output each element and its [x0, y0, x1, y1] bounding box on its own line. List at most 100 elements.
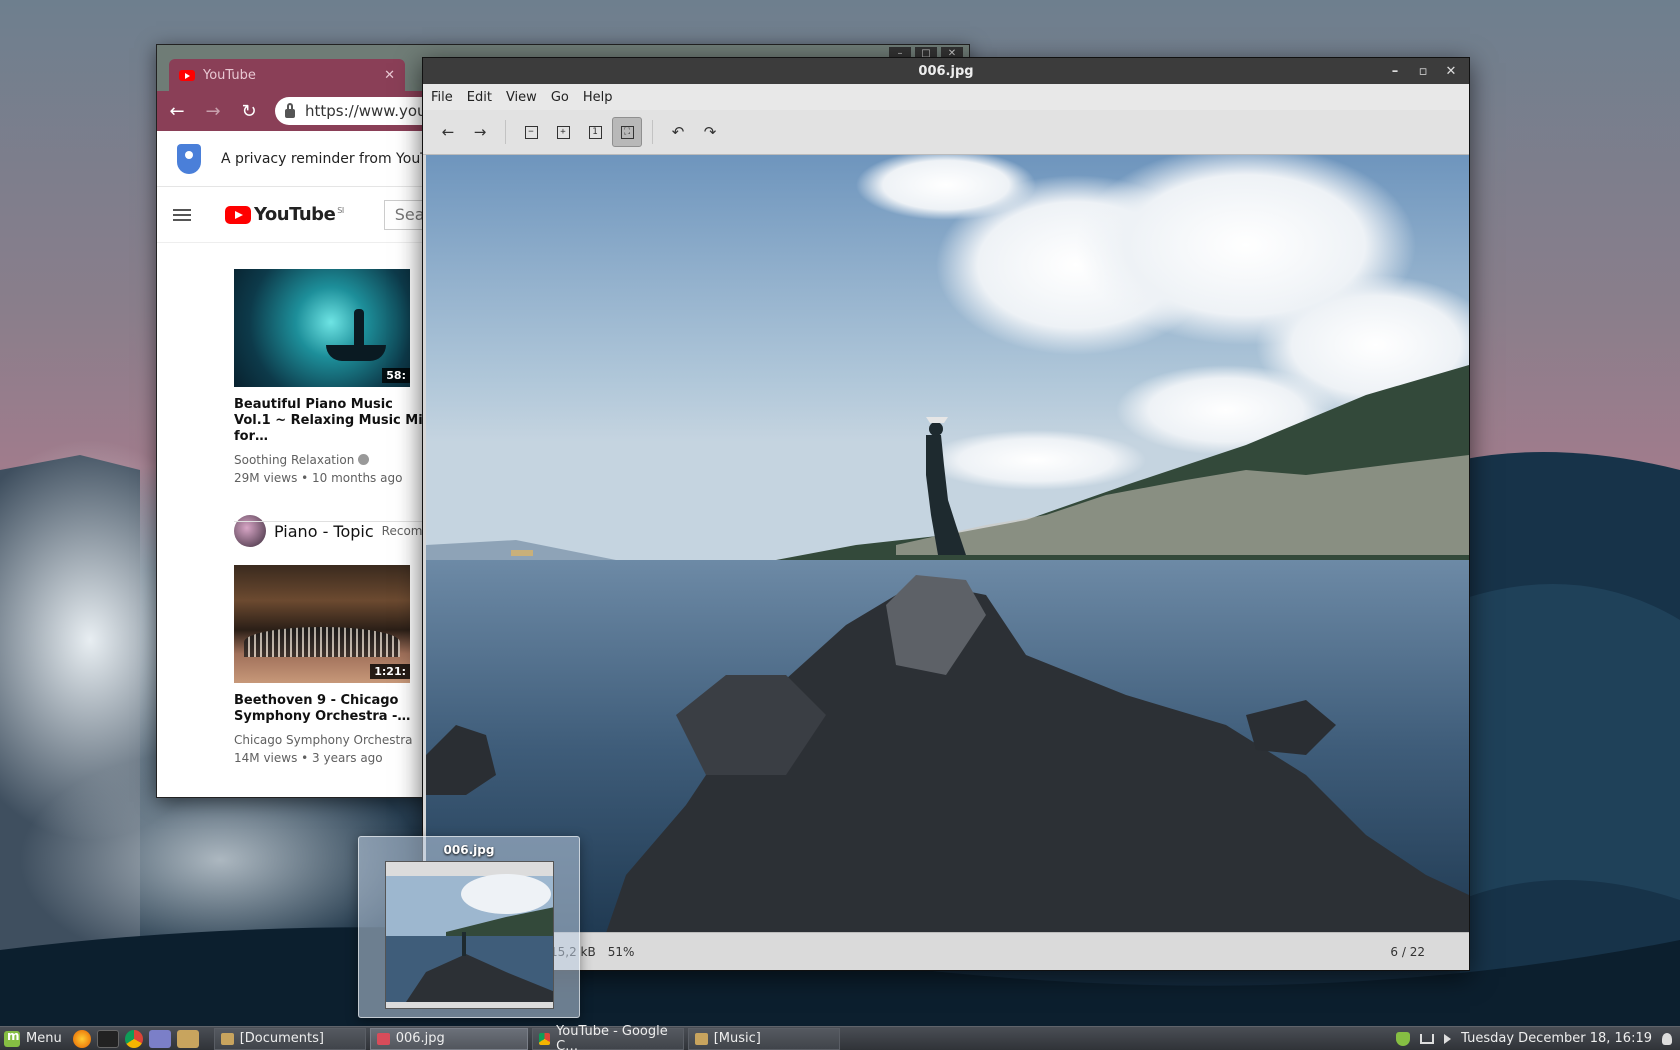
- youtube-region-code: SI: [337, 206, 344, 215]
- image-icon: [376, 1032, 390, 1045]
- rotate-left-icon: ↶: [671, 123, 685, 141]
- video-meta: 29M views • 10 months ago: [234, 471, 403, 485]
- viewer-title: 006.jpg: [918, 63, 974, 79]
- rotate-right-button[interactable]: ↷: [695, 117, 725, 147]
- volume-icon[interactable]: [1444, 1033, 1452, 1044]
- preview-title: 006.jpg: [443, 843, 495, 857]
- image-viewer-window[interactable]: 006.jpg – ▫ ✕ File Edit View Go Help ← →…: [422, 57, 1470, 971]
- youtube-play-icon: [225, 205, 251, 224]
- browser-tab-youtube[interactable]: YouTube ✕: [169, 59, 405, 91]
- zoom-level: 51%: [607, 944, 635, 959]
- folder-icon: [220, 1032, 234, 1045]
- task-documents[interactable]: [Documents]: [213, 1027, 366, 1050]
- chrome-icon: [538, 1032, 551, 1045]
- video-title[interactable]: Beautiful Piano Music Vol.1 ~ Relaxing M…: [234, 397, 434, 445]
- files-launcher-icon[interactable]: [176, 1029, 199, 1048]
- start-menu-button[interactable]: Menu: [0, 1027, 70, 1050]
- zoom-fit-button[interactable]: ⛶: [612, 117, 642, 147]
- shelf-divider: [234, 521, 434, 522]
- arrow-left-icon: ←: [441, 123, 455, 141]
- system-tray: Tuesday December 18, 16:19: [1396, 1031, 1680, 1046]
- video-channel-name: Chicago Symphony Orchestra: [234, 733, 413, 747]
- zoom-normal-button[interactable]: 1: [580, 117, 610, 147]
- shield-icon: [177, 143, 201, 174]
- task-label: [Music]: [713, 1031, 761, 1046]
- video-duration: 1:21:: [370, 664, 410, 679]
- terminal-launcher-icon[interactable]: [96, 1029, 119, 1048]
- viewer-titlebar[interactable]: 006.jpg – ▫ ✕: [423, 58, 1469, 84]
- viewer-window-controls: – ▫ ✕: [1387, 58, 1459, 84]
- zoom-normal-icon: 1: [588, 125, 602, 139]
- update-shield-icon[interactable]: [1396, 1031, 1411, 1046]
- preview-thumbnail[interactable]: [385, 861, 554, 1009]
- hamburger-menu-icon[interactable]: [173, 208, 191, 221]
- task-music[interactable]: [Music]: [687, 1027, 840, 1050]
- video-card[interactable]: 1:21: Beethoven 9 - Chicago Symphony Orc…: [234, 565, 434, 765]
- video-channel[interactable]: Chicago Symphony Orchestra: [234, 733, 434, 747]
- youtube-favicon-icon: [179, 69, 195, 81]
- maximize-button[interactable]: ▫: [1415, 64, 1431, 79]
- network-icon[interactable]: [1420, 1033, 1435, 1044]
- toolbar-separator: [505, 120, 506, 144]
- zoom-fit-icon: ⛶: [620, 125, 634, 139]
- chrome-launcher-icon[interactable]: [124, 1029, 143, 1048]
- task-label: [Documents]: [239, 1031, 324, 1046]
- zoom-out-button[interactable]: −: [516, 117, 546, 147]
- shelf-title[interactable]: Piano - Topic: [274, 522, 374, 541]
- rotate-left-button[interactable]: ↶: [663, 117, 693, 147]
- image-index: 6 / 22: [1390, 944, 1425, 959]
- clock[interactable]: Tuesday December 18, 16:19: [1461, 1031, 1652, 1046]
- viewer-menubar: File Edit View Go Help: [423, 84, 1469, 110]
- arrow-right-icon: →: [473, 123, 487, 141]
- previous-image-button[interactable]: ←: [433, 117, 463, 147]
- back-arrow-icon[interactable]: ←: [167, 101, 187, 122]
- video-channel[interactable]: Soothing Relaxation: [234, 453, 434, 467]
- zoom-in-icon: +: [556, 125, 570, 139]
- menu-edit[interactable]: Edit: [467, 90, 492, 105]
- text-editor-launcher-icon[interactable]: [148, 1029, 171, 1048]
- youtube-logo-text: YouTube: [254, 204, 336, 225]
- firefox-launcher-icon[interactable]: [72, 1029, 91, 1048]
- tab-close-icon[interactable]: ✕: [384, 68, 395, 83]
- next-image-button[interactable]: →: [465, 117, 495, 147]
- folder-icon: [694, 1032, 708, 1045]
- displayed-photo: [426, 155, 1469, 933]
- verified-badge-icon: [358, 454, 370, 465]
- channel-avatar[interactable]: [234, 515, 266, 547]
- rotate-right-icon: ↷: [703, 123, 717, 141]
- lock-icon: [285, 102, 295, 118]
- mint-logo-icon: [4, 1029, 20, 1047]
- menu-go[interactable]: Go: [551, 90, 569, 105]
- video-thumbnail[interactable]: 58:: [234, 269, 410, 387]
- menu-file[interactable]: File: [431, 90, 453, 105]
- youtube-logo[interactable]: YouTube SI: [225, 204, 344, 225]
- video-thumbnail[interactable]: 1:21:: [234, 565, 410, 683]
- minimize-button[interactable]: –: [1387, 64, 1403, 79]
- video-meta: 14M views • 3 years ago: [234, 751, 383, 765]
- browser-tab-title: YouTube: [203, 67, 256, 83]
- taskbar-window-preview[interactable]: 006.jpg: [358, 836, 580, 1018]
- menu-view[interactable]: View: [506, 90, 537, 105]
- video-channel-name: Soothing Relaxation: [234, 453, 355, 467]
- task-chrome[interactable]: YouTube - Google C…: [531, 1024, 684, 1050]
- taskbar: Menu [Documents] 006.jpg YouTube - Googl…: [0, 1024, 1680, 1050]
- image-display-area[interactable]: [426, 155, 1469, 933]
- user-icon[interactable]: [1662, 1032, 1672, 1045]
- menu-help[interactable]: Help: [583, 90, 613, 105]
- toolbar-separator: [652, 120, 653, 144]
- video-card[interactable]: 58: Beautiful Piano Music Vol.1 ~ Relaxi…: [234, 269, 434, 485]
- video-duration: 58:: [382, 368, 410, 383]
- preview-thumbnail-image: [386, 862, 553, 1008]
- task-image-viewer[interactable]: 006.jpg: [369, 1027, 528, 1050]
- zoom-in-button[interactable]: +: [548, 117, 578, 147]
- privacy-reminder-text: A privacy reminder from YouTube: [221, 150, 453, 167]
- zoom-out-icon: −: [524, 125, 538, 139]
- task-label: YouTube - Google C…: [556, 1023, 668, 1050]
- video-title[interactable]: Beethoven 9 - Chicago Symphony Orchestra…: [234, 693, 434, 725]
- close-button[interactable]: ✕: [1443, 64, 1459, 79]
- forward-arrow-icon[interactable]: →: [203, 101, 223, 122]
- viewer-toolbar: ← → − + 1 ⛶ ↶ ↷: [423, 110, 1469, 155]
- task-label: 006.jpg: [395, 1031, 445, 1046]
- start-menu-label: Menu: [26, 1031, 62, 1046]
- reload-icon[interactable]: ↻: [239, 101, 259, 122]
